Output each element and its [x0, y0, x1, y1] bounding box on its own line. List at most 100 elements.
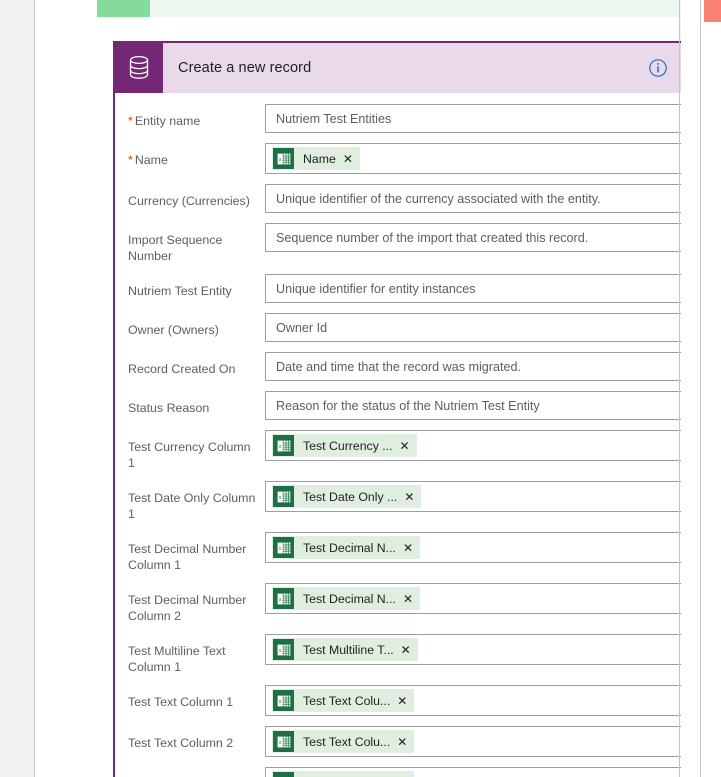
field-input[interactable]: xTest Text Colu...✕ [265, 767, 709, 777]
remove-token-icon[interactable]: ✕ [396, 736, 414, 748]
field-label-text: Test Date Only Column 1 [128, 491, 256, 521]
dynamic-content-token[interactable]: x Test Currency ... ✕ [272, 434, 417, 457]
field-label: * Name [128, 143, 265, 168]
dynamic-content-token[interactable]: x Name ✕ [272, 147, 360, 170]
field-label: Test Text Column 1 [128, 685, 265, 710]
form-row: Test Currency Column 1 x Test Currency ...… [115, 425, 721, 476]
field-input[interactable]: x Test Multiline T... ✕ [265, 634, 709, 665]
field-input[interactable]: Sequence number of the import that creat… [265, 223, 709, 252]
excel-icon: x [273, 148, 294, 169]
field-label-text: Test Multiline Text Column 1 [128, 644, 226, 674]
excel-icon: x [273, 435, 294, 456]
field-control[interactable]: x Name ✕ [265, 143, 709, 174]
excel-icon: x [273, 690, 294, 711]
excel-icon: x [273, 537, 294, 558]
dynamic-content-token[interactable]: x Test Text Colu... ✕ [272, 689, 415, 712]
remove-token-icon[interactable]: ✕ [402, 593, 420, 605]
field-input[interactable]: Date and time that the record was migrat… [265, 352, 709, 381]
field-input[interactable]: xTest Text Colu...✕ [265, 726, 709, 757]
field-input[interactable]: Reason for the status of the Nutriem Tes… [265, 391, 709, 420]
svg-text:x: x [278, 546, 281, 552]
excel-icon: x [273, 486, 294, 507]
previous-card-peek[interactable] [97, 0, 715, 17]
field-label: Test Multiline Text Column 1 [128, 634, 265, 675]
svg-text:x: x [278, 699, 281, 705]
dynamic-content-token[interactable]: xTest Text Colu...✕ [272, 771, 415, 777]
field-control[interactable]: Nutriem Test Entities [265, 104, 709, 133]
field-control[interactable]: xTest Text Colu...✕ [265, 726, 709, 757]
field-input[interactable]: Nutriem Test Entities [265, 104, 709, 133]
token-label: Test Text Colu... [303, 734, 391, 749]
scroll-rail-divider [700, 0, 701, 777]
field-control[interactable]: x Test Decimal N... ✕ [265, 532, 709, 563]
field-input[interactable]: x Test Currency ... ✕ [265, 430, 709, 461]
field-label-text: Test Currency Column 1 [128, 440, 251, 470]
field-label-text: Status Reason [128, 401, 210, 415]
field-input[interactable]: x Test Decimal N... ✕ [265, 583, 709, 614]
field-control[interactable]: Reason for the status of the Nutriem Tes… [265, 391, 709, 420]
token-label: Test Text Colu... [303, 693, 391, 708]
field-control[interactable]: x Test Text Colu... ✕ [265, 685, 709, 716]
dynamic-content-token[interactable]: xTest Text Colu...✕ [272, 730, 415, 753]
field-input[interactable]: x Test Text Colu... ✕ [265, 685, 709, 716]
form-row: Test Decimal Number Column 2 x Test Decima… [115, 578, 721, 629]
required-asterisk: * [128, 153, 133, 167]
field-input[interactable]: Owner Id [265, 313, 709, 342]
remove-token-icon[interactable]: ✕ [396, 695, 414, 707]
remove-token-icon[interactable]: ✕ [402, 542, 420, 554]
field-label-text: Test Text Column 2 [128, 736, 234, 750]
create-a-new-record-card[interactable]: Create a new record * Entity name Nutrie… [113, 41, 721, 777]
field-label: Nutriem Test Entity [128, 274, 265, 299]
form-row: * Entity name Nutriem Test Entities [115, 99, 721, 138]
field-input[interactable]: Unique identifier for entity instances [265, 274, 709, 303]
field-input[interactable]: Unique identifier of the currency associ… [265, 184, 709, 213]
form-row: Test Date Only Column 1 x Test Date Only .… [115, 476, 721, 527]
field-control[interactable]: Unique identifier of the currency associ… [265, 184, 709, 213]
flow-designer-canvas: Create a new record * Entity name Nutrie… [35, 0, 721, 777]
field-label-text: Owner (Owners) [128, 323, 219, 337]
dynamic-content-token[interactable]: x Test Multiline T... ✕ [272, 638, 418, 661]
form-row: Test Text Column 1 x Test Text Colu... ✕ [115, 680, 721, 721]
card-title: Create a new record [178, 60, 312, 76]
remove-token-icon[interactable]: ✕ [342, 153, 360, 165]
field-value: Reason for the status of the Nutriem Tes… [276, 398, 540, 413]
field-label: Test Text Column 3 [128, 767, 265, 777]
field-label: * Entity name [128, 104, 265, 129]
field-label-text: Entity name [134, 114, 201, 128]
remove-token-icon[interactable]: ✕ [399, 440, 417, 452]
dynamic-content-token[interactable]: x Test Date Only ... ✕ [272, 485, 422, 508]
svg-text:x: x [278, 444, 281, 450]
token-label: Test Date Only ... [303, 489, 398, 504]
remove-token-icon[interactable]: ✕ [403, 491, 421, 503]
scroll-rail [681, 0, 721, 777]
field-control[interactable]: x Test Multiline T... ✕ [265, 634, 709, 665]
card-header[interactable]: Create a new record [113, 41, 721, 93]
remove-token-icon[interactable]: ✕ [400, 644, 418, 656]
field-input[interactable]: x Test Decimal N... ✕ [265, 532, 709, 563]
field-label: Record Created On [128, 352, 265, 377]
dynamic-content-token[interactable]: x Test Decimal N... ✕ [272, 587, 420, 610]
field-placeholder: Date and time that the record was migrat… [276, 359, 522, 374]
field-placeholder: Unique identifier for entity instances [276, 281, 476, 296]
info-icon[interactable] [648, 58, 668, 78]
field-label: Currency (Currencies) [128, 184, 265, 209]
svg-text:x: x [278, 648, 281, 654]
field-label-text: Record Created On [128, 362, 236, 376]
field-input[interactable]: x Name ✕ [265, 143, 709, 174]
field-control[interactable]: Date and time that the record was migrat… [265, 352, 709, 381]
field-control[interactable]: xTest Text Colu...✕ [265, 767, 709, 777]
token-label: Test Currency ... [303, 438, 393, 453]
vertical-scrollbar-thumb[interactable] [704, 0, 721, 22]
field-control[interactable]: x Test Currency ... ✕ [265, 430, 709, 461]
field-placeholder: Sequence number of the import that creat… [276, 230, 589, 245]
field-control[interactable]: x Test Date Only ... ✕ [265, 481, 709, 512]
field-control[interactable]: x Test Decimal N... ✕ [265, 583, 709, 614]
field-control[interactable]: Owner Id [265, 313, 709, 342]
field-label-text: Test Text Column 1 [128, 695, 234, 709]
dynamic-content-token[interactable]: x Test Decimal N... ✕ [272, 536, 420, 559]
field-control[interactable]: Unique identifier for entity instances [265, 274, 709, 303]
svg-text:x: x [278, 597, 281, 603]
field-control[interactable]: Sequence number of the import that creat… [265, 223, 709, 252]
field-label: Test Currency Column 1 [128, 430, 265, 471]
field-input[interactable]: x Test Date Only ... ✕ [265, 481, 709, 512]
